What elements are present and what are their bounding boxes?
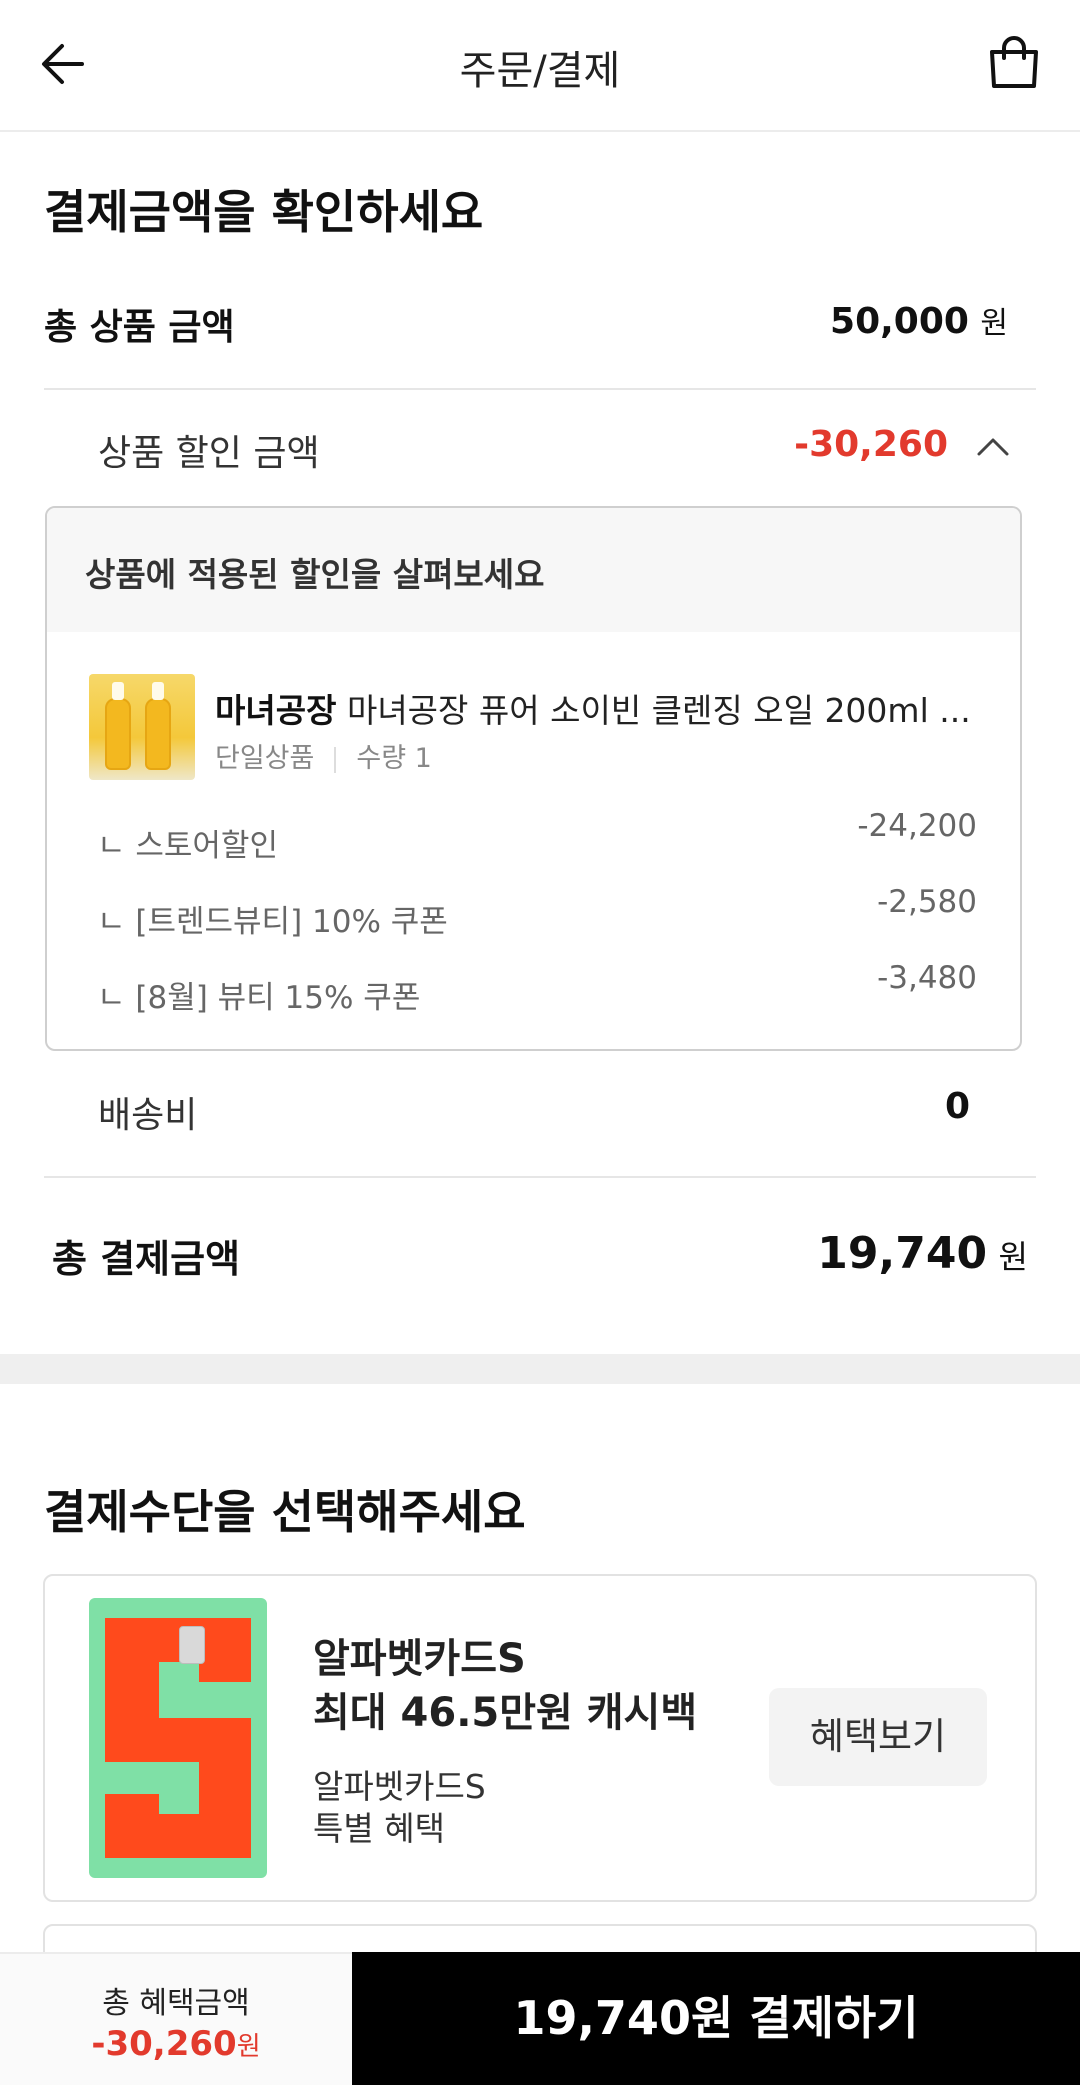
card-promo: 최대 46.5만원 캐시백 — [313, 1690, 698, 1736]
total-product-row: 총 상품 금액 50,000 원 — [44, 298, 1036, 358]
discount-item-amount: -3,480 — [877, 960, 977, 996]
discount-item: ㄴ 스토어할인 -24,200 — [97, 808, 977, 865]
discount-item-amount: -24,200 — [857, 808, 977, 844]
divider — [44, 388, 1036, 390]
discount-item-amount: -2,580 — [877, 884, 977, 920]
card-image — [89, 1598, 267, 1878]
product-type: 단일상품 — [215, 743, 315, 774]
discount-item: ㄴ [트렌드뷰티] 10% 쿠폰 -2,580 — [97, 884, 977, 941]
total-payment-value: 19,740 — [817, 1228, 988, 1279]
payment-title: 결제수단을 선택해주세요 — [44, 1485, 526, 1539]
total-product-value: 50,000 — [830, 301, 969, 342]
total-payment-label: 총 결제금액 — [52, 1237, 241, 1281]
total-payment-row: 총 결제금액 19,740 원 — [52, 1228, 1028, 1298]
total-benefit-label: 총 혜택금액 — [102, 1986, 250, 2021]
divider — [44, 1176, 1036, 1178]
shipping-row: 배송비 0 — [98, 1086, 970, 1146]
summary-title: 결제금액을 확인하세요 — [44, 185, 484, 239]
total-product-unit: 원 — [980, 306, 1008, 341]
view-benefits-button[interactable]: 혜택보기 — [769, 1688, 987, 1786]
page-title: 주문/결제 — [459, 48, 621, 94]
discount-detail-box: 상품에 적용된 할인을 살펴보세요 마녀공장 마녀공장 퓨어 소이빈 클렌징 오… — [45, 506, 1022, 1051]
chevron-up-icon[interactable] — [976, 434, 1010, 458]
product-brand: 마녀공장 — [215, 691, 337, 730]
shopping-bag-icon[interactable] — [984, 32, 1044, 92]
shipping-label: 배송비 — [98, 1095, 198, 1136]
discount-label: 상품 할인 금액 — [98, 433, 320, 474]
discount-item-label: ㄴ [트렌드뷰티] 10% 쿠폰 — [97, 904, 448, 940]
product-quantity: 수량 1 — [356, 743, 432, 774]
total-benefit-unit: 원 — [236, 2032, 261, 2062]
pay-button[interactable]: 19,740원 결제하기 — [352, 1952, 1080, 2085]
discount-item: ㄴ [8월] 뷰티 15% 쿠폰 -3,480 — [97, 960, 977, 1017]
total-benefit-value: -30,260 — [91, 2024, 237, 2064]
discount-detail-heading: 상품에 적용된 할인을 살펴보세요 — [47, 508, 1020, 632]
top-app-bar: 주문/결제 — [0, 0, 1080, 132]
card-name: 알파벳카드S — [313, 1636, 526, 1682]
card-logo-s — [105, 1618, 251, 1858]
card-desc-line1: 알파벳카드S — [313, 1767, 486, 1806]
discount-item-label: ㄴ [8월] 뷰티 15% 쿠폰 — [97, 980, 421, 1016]
discount-item-label: ㄴ 스토어할인 — [97, 828, 278, 864]
bottom-bar: 총 혜택금액 -30,260원 19,740원 결제하기 — [0, 1952, 1080, 2085]
product-meta: 단일상품 수량 1 — [215, 736, 432, 775]
discount-value: -30,260 — [794, 424, 948, 465]
card-desc-line2: 특별 혜택 — [313, 1809, 445, 1848]
product-name: 마녀공장 마녀공장 퓨어 소이빈 클렌징 오일 200ml ... — [215, 684, 995, 732]
total-product-label: 총 상품 금액 — [44, 307, 235, 348]
shipping-value: 0 — [944, 1086, 970, 1127]
discount-row[interactable]: 상품 할인 금액 -30,260 — [98, 424, 1010, 484]
product-thumbnail — [89, 674, 195, 780]
total-payment-unit: 원 — [998, 1238, 1028, 1276]
card-benefit-banner[interactable]: 알파벳카드S 최대 46.5만원 캐시백 알파벳카드S 특별 혜택 혜택보기 — [43, 1574, 1037, 1902]
product-title: 마녀공장 퓨어 소이빈 클렌징 오일 200ml ... — [346, 691, 971, 730]
total-benefit: 총 혜택금액 -30,260원 — [0, 1952, 352, 2085]
section-separator — [0, 1354, 1080, 1384]
card-chip — [179, 1626, 205, 1664]
